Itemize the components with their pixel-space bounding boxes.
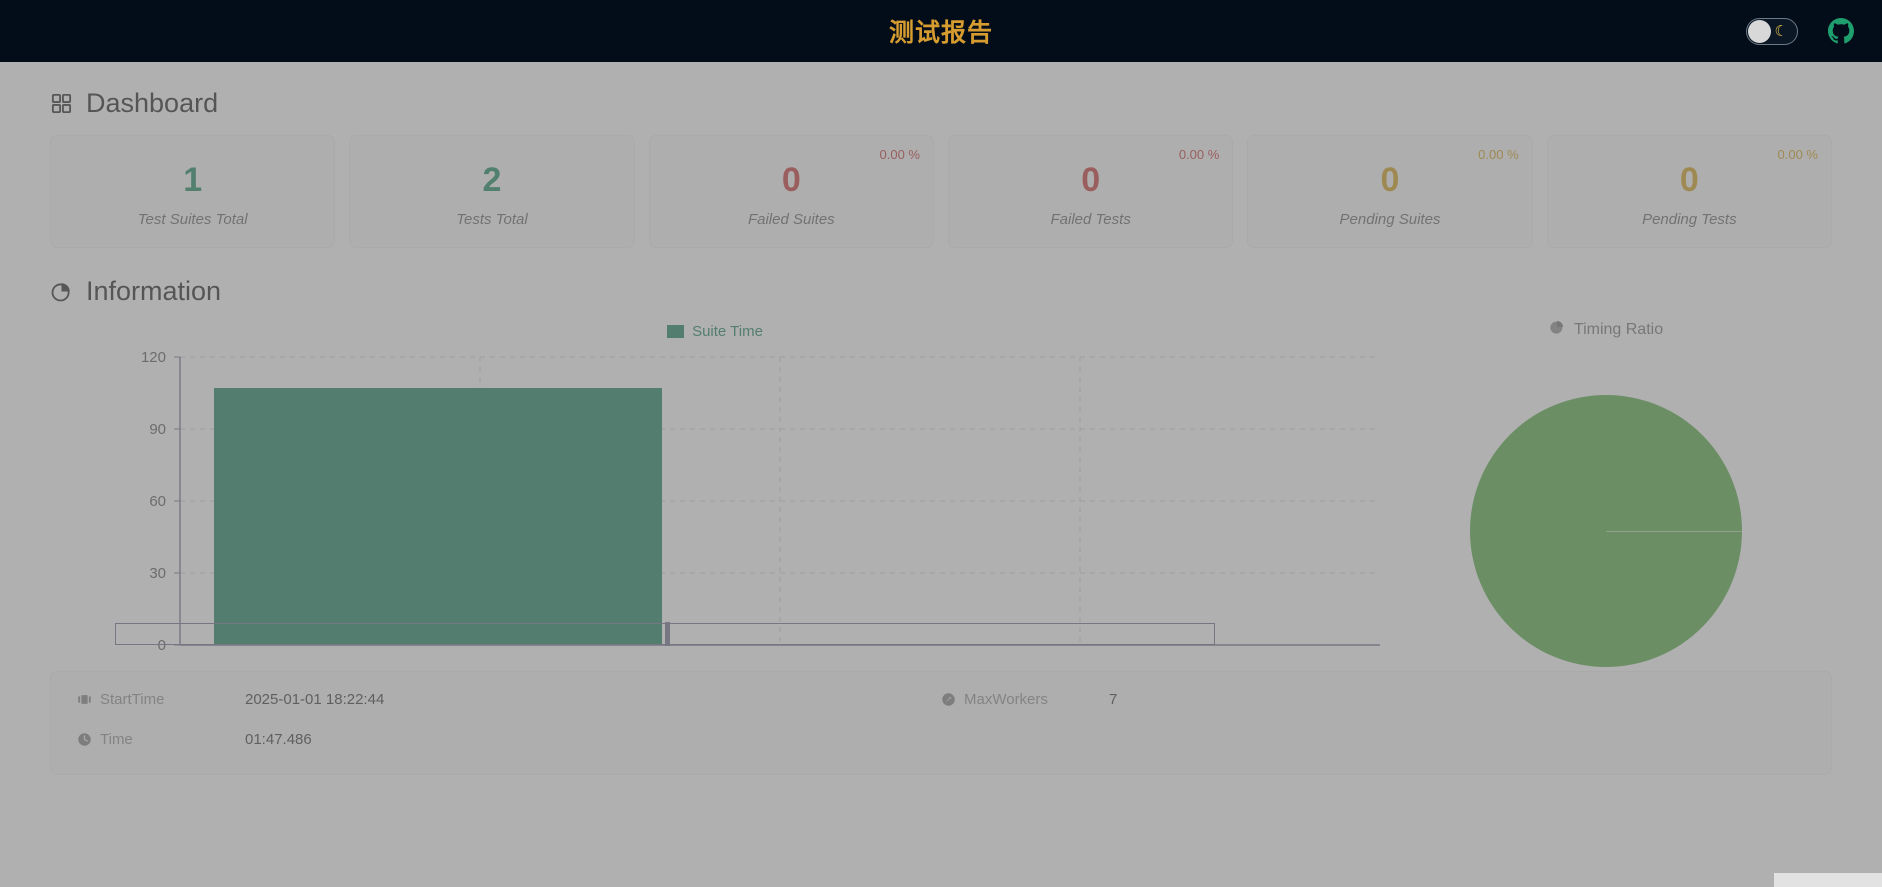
stat-card-failed-tests[interactable]: 0.00 % 0 Failed Tests: [948, 135, 1234, 248]
calendar-icon: [77, 692, 92, 707]
legend-swatch-suite-time: [667, 325, 685, 338]
stat-card-failed-suites[interactable]: 0.00 % 0 Failed Suites: [648, 135, 934, 248]
pie-slice-suite-1[interactable]: [1470, 395, 1742, 667]
pie-chart-icon-small: [1549, 319, 1565, 340]
toggle-knob: [1748, 19, 1771, 43]
info-row-maxworkers: MaxWorkers 7: [941, 691, 1805, 708]
stat-label: Pending Tests: [1642, 211, 1737, 228]
svg-text:90: 90: [149, 421, 166, 438]
pie-chart-title: Timing Ratio: [1573, 320, 1664, 338]
svg-text:60: 60: [149, 493, 166, 510]
stat-card-pending-suites[interactable]: 0.00 % 0 Pending Suites: [1247, 135, 1533, 248]
run-info-panel: StartTime 2025-01-01 18:22:44 MaxWorkers…: [50, 671, 1832, 775]
info-value-maxworkers: 7: [1109, 691, 1118, 708]
chart-data-zoom-slider[interactable]: [115, 622, 1215, 646]
stat-value: 1: [183, 161, 203, 199]
dashboard-title: Dashboard: [86, 88, 219, 118]
main-content: Dashboard 1 Test Suites Total 2 Tests To…: [0, 62, 1882, 887]
moon-icon: ☾: [1774, 22, 1788, 40]
stat-label: Failed Tests: [1050, 211, 1131, 228]
pie-seam-line: [1606, 531, 1742, 532]
scrollbar-corner[interactable]: [1774, 873, 1882, 887]
info-key-label: Time: [100, 730, 133, 748]
stat-value: 0: [1081, 161, 1101, 199]
stat-label: Pending Suites: [1339, 211, 1441, 228]
stat-card-test-suites-total[interactable]: 1 Test Suites Total: [50, 135, 336, 248]
timing-ratio-pie-chart[interactable]: Timing Ratio: [1380, 321, 1832, 667]
info-key-starttime: StartTime: [77, 691, 245, 708]
info-value-starttime: 2025-01-01 18:22:44: [245, 691, 385, 708]
info-row-starttime: StartTime 2025-01-01 18:22:44: [77, 691, 941, 708]
data-zoom-handle[interactable]: [665, 622, 670, 646]
svg-text:120: 120: [141, 351, 166, 366]
legend-label-suite-time: Suite Time: [692, 323, 763, 340]
page-title: 测试报告: [888, 19, 993, 47]
page-root: 测试报告 ☾ Dashboard 1 Test Suites Total 2 T…: [0, 0, 1882, 887]
stat-card-tests-total[interactable]: 2 Tests Total: [349, 135, 635, 248]
stat-percent: 0.00 %: [879, 147, 920, 162]
stat-label: Tests Total: [456, 211, 528, 228]
pie-chart-header: Timing Ratio: [1380, 319, 1832, 340]
header-actions: ☾: [1746, 0, 1854, 62]
info-key-maxworkers: MaxWorkers: [941, 691, 1109, 708]
stat-percent: 0.00 %: [1777, 147, 1818, 162]
stat-value: 0: [1380, 161, 1400, 199]
stat-card-grid: 1 Test Suites Total 2 Tests Total 0.00 %…: [50, 135, 1832, 248]
dark-mode-toggle[interactable]: ☾: [1746, 17, 1798, 45]
info-row-time: Time 01:47.486: [77, 731, 941, 748]
stat-card-pending-tests[interactable]: 0.00 % 0 Pending Tests: [1546, 135, 1832, 248]
stat-label: Failed Suites: [747, 211, 835, 228]
chart-legend[interactable]: Suite Time: [50, 323, 1380, 340]
dashboard-section-header: Dashboard: [50, 88, 1832, 119]
app-header: 测试报告 ☾: [0, 0, 1882, 62]
bar-plot-area: 120 90 60 30 0: [50, 349, 1380, 654]
suite-time-bar-chart[interactable]: Suite Time 120 90 60 30 0: [50, 323, 1380, 654]
svg-text:30: 30: [149, 565, 166, 582]
stat-percent: 0.00 %: [1178, 147, 1220, 162]
pie-chart-icon: [50, 280, 73, 303]
grid-icon: [50, 92, 73, 115]
users-icon: [941, 692, 956, 707]
info-key-time: Time: [77, 731, 245, 748]
info-value-time: 01:47.486: [245, 730, 312, 748]
charts-row: Suite Time 120 90 60 30 0 Timing Ratio: [50, 321, 1832, 667]
stat-label: Test Suites Total: [137, 211, 248, 228]
stat-percent: 0.00 %: [1478, 147, 1519, 162]
stat-value: 0: [1679, 161, 1699, 199]
info-key-label: StartTime: [100, 691, 165, 708]
github-icon[interactable]: [1828, 18, 1854, 44]
bar-chart-svg: 120 90 60 30 0: [141, 349, 1380, 654]
stat-value: 2: [482, 161, 502, 199]
information-title: Information: [86, 276, 222, 306]
clock-icon: [77, 732, 92, 747]
stat-value: 0: [781, 161, 801, 199]
information-section-header: Information: [50, 276, 1832, 307]
info-key-label: MaxWorkers: [964, 691, 1048, 708]
